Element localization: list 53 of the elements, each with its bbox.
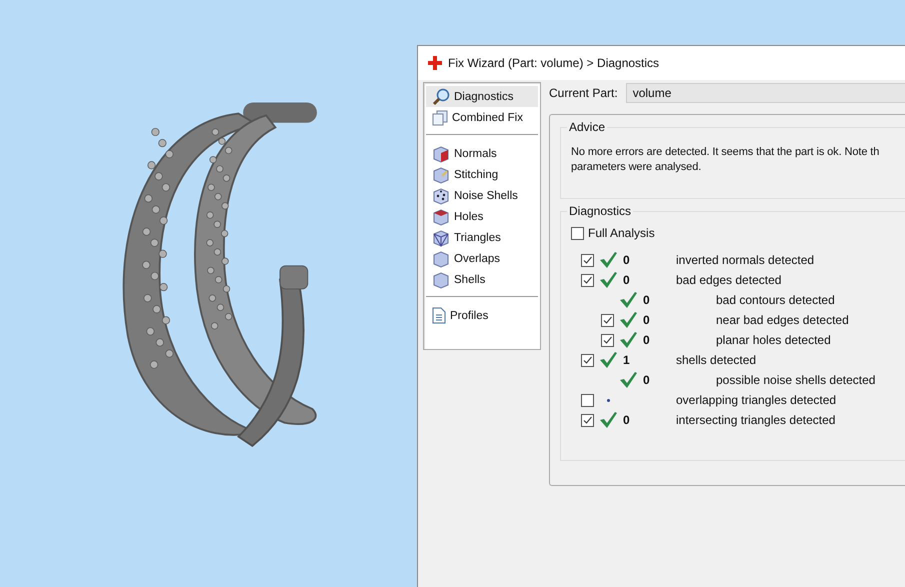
count-value: 0 [623,273,630,287]
row-checkbox[interactable] [601,314,614,326]
row-checkbox[interactable] [581,254,594,266]
row-checkbox[interactable] [601,334,614,346]
count-value: 0 [623,253,630,267]
current-part-label: Current Part: [549,86,618,100]
diagnostic-label: near bad edges detected [715,313,849,327]
row-checkbox[interactable] [581,274,594,286]
full-analysis-checkbox[interactable] [571,226,584,240]
count-value: 0 [643,313,650,327]
pages-icon [432,110,448,126]
cube-icon [432,144,450,162]
count-value: 0 [643,373,650,387]
advice-text: No more errors are detected. It seems that the part is ok. Note th parameters were analysed. [571,145,880,175]
diagnostic-label: overlapping triangles detected [676,393,836,407]
cube-icon [432,270,450,288]
sidebar-item[interactable]: Profiles [426,305,538,326]
full-analysis-label: Full Analysis [588,226,655,240]
cross-icon [428,56,442,70]
count-value: 0 [623,413,630,427]
advice-title: Advice [567,120,608,134]
diagnostics-title: Diagnostics [567,204,634,218]
current-part-field[interactable]: volume [626,83,905,103]
diagnostic-label: planar holes detected [715,333,831,347]
sidebar-item[interactable]: Normals [426,143,538,164]
sidebar-item[interactable]: Holes [426,206,538,227]
window-title: Fix Wizard (Part: volume) > Diagnostics [448,56,660,70]
sidebar-item[interactable]: Stitching [426,164,538,185]
sidebar-item[interactable]: Shells [426,269,538,290]
dice-icon [432,186,450,204]
diagnostic-label: inverted normals detected [676,253,814,267]
row-checkbox[interactable] [581,414,594,426]
count-value: 1 [623,353,630,367]
cube-icon [432,166,450,184]
diagnostic-label: intersecting triangles detected [676,413,836,427]
diagnostic-label: shells detected [676,353,756,367]
cube-icon [432,208,450,226]
count-value: 0 [643,333,650,347]
document-icon [432,307,446,324]
diagnostic-label: bad edges detected [676,273,782,287]
cube-icon [432,250,450,268]
magnifier-icon [432,88,450,106]
sidebar-item[interactable]: Overlaps [426,248,538,269]
diagnostic-label: bad contours detected [715,293,835,307]
sidebar-item[interactable]: Triangles [426,227,538,248]
row-checkbox[interactable] [581,394,594,406]
sidebar-item[interactable]: Diagnostics [426,86,538,107]
cube-icon [432,228,450,246]
row-checkbox[interactable] [581,354,594,366]
diagnostic-label: possible noise shells detected [715,373,876,387]
sidebar-item[interactable]: Combined Fix [426,107,538,128]
sidebar-item[interactable]: Noise Shells [426,185,538,206]
count-value: 0 [643,293,650,307]
